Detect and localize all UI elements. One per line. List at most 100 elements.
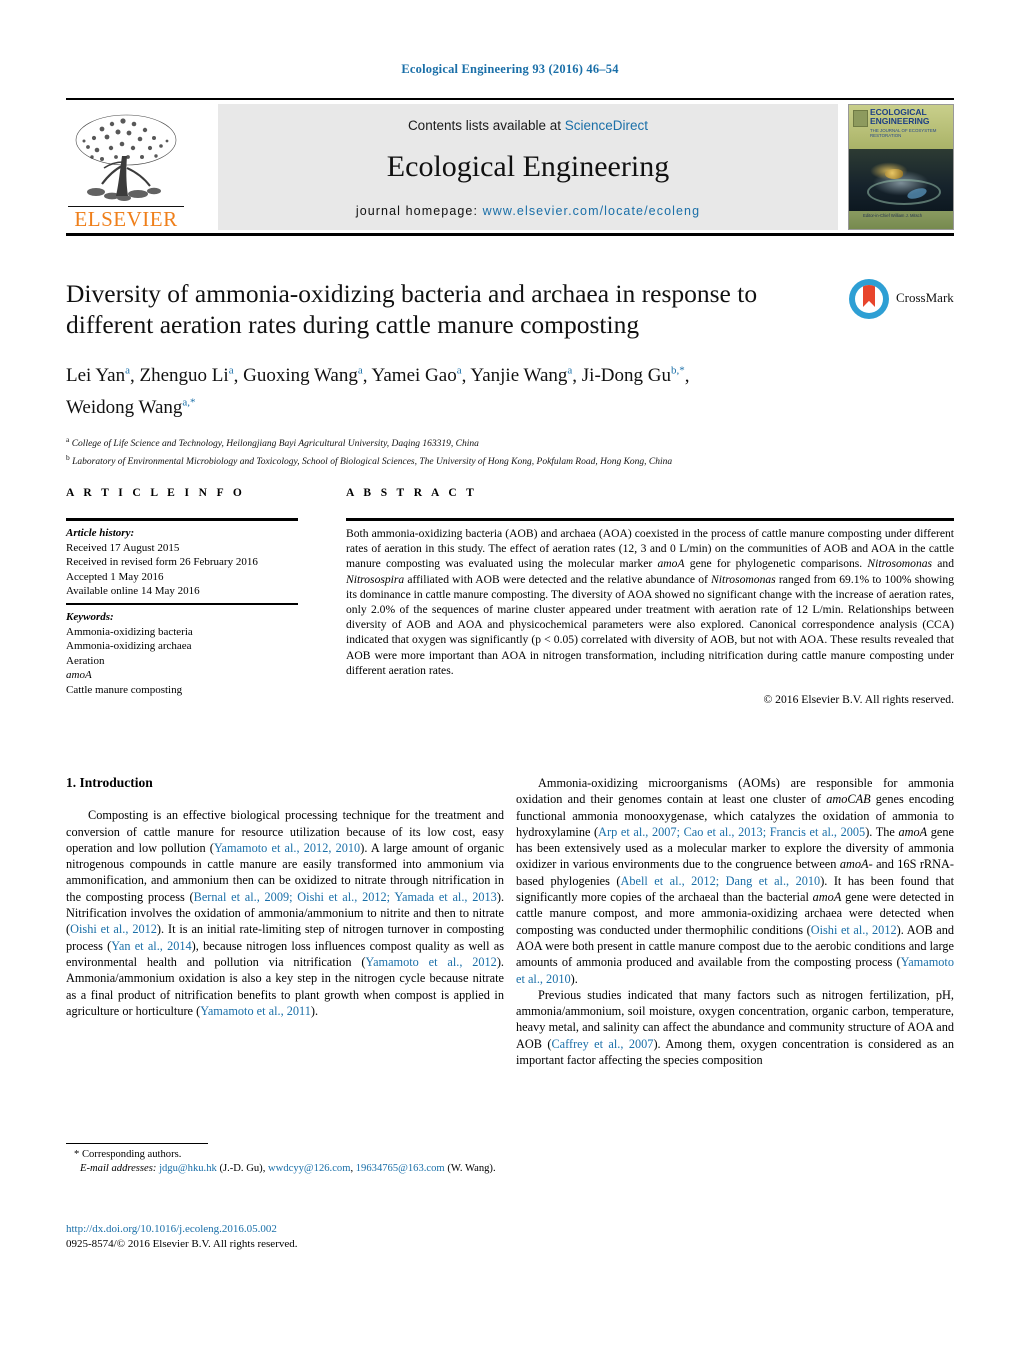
crossmark-label: CrossMark: [896, 290, 954, 305]
affiliation-mark: b: [66, 453, 70, 463]
doi-block: http://dx.doi.org/10.1016/j.ecoleng.2016…: [66, 1222, 504, 1252]
journal-cover-thumbnail: ECOLOGICAL ENGINEERING THE JOURNAL OF EC…: [848, 104, 954, 230]
running-head: Ecological Engineering 93 (2016) 46–54: [401, 62, 619, 76]
affiliation-text: Laboratory of Environmental Microbiology…: [72, 457, 673, 468]
article-info-rule: [66, 518, 298, 521]
cover-header: ECOLOGICAL ENGINEERING THE JOURNAL OF EC…: [849, 105, 953, 149]
issn-copyright-line: 0925-8574/© 2016 Elsevier B.V. All right…: [66, 1238, 298, 1250]
author-item: Weidong Wanga,*: [66, 396, 196, 418]
footnote-rule: [66, 1143, 208, 1144]
author-item: Yamei Gaoa: [372, 365, 462, 386]
keyword-item: Cattle manure composting: [66, 683, 183, 696]
abstract-section: A B S T R A C T: [346, 487, 954, 499]
masthead-top-rule: [66, 98, 954, 100]
body-paragraph: Ammonia-oxidizing microorganisms (AOMs) …: [516, 776, 955, 986]
author-name: Lei Yan: [66, 365, 126, 387]
email-link-jdgu[interactable]: jdgu@hku.hk: [159, 1163, 217, 1174]
author-name: Weidong Wang: [66, 396, 183, 418]
abstract-heading: A B S T R A C T: [346, 487, 478, 499]
sciencedirect-link[interactable]: ScienceDirect: [565, 118, 648, 133]
journal-homepage-label: journal homepage:: [355, 204, 483, 218]
author-item: Yanjie Wanga: [470, 365, 572, 386]
history-item: Received 17 August 2015: [66, 541, 180, 554]
author-name: Yanjie Wang: [470, 365, 568, 387]
author-name: Ji-Dong Gu: [581, 365, 671, 387]
article-history-list: Article history: Received 17 August 2015…: [66, 526, 298, 599]
email-addresses-note: E-mail addresses: jdgu@hku.hk (J.-D. Gu)…: [80, 1163, 496, 1175]
author-name: Guoxing Wang: [243, 365, 358, 387]
author-affil-mark[interactable]: a: [457, 365, 462, 377]
article-info-section: A R T I C L E I N F O: [66, 487, 298, 499]
email-addresses-label: E-mail addresses:: [80, 1163, 157, 1175]
author-item: Guoxing Wanga: [243, 365, 363, 386]
author-affil-mark[interactable]: a: [567, 365, 572, 377]
keyword-item: Ammonia-oxidizing archaea: [66, 640, 192, 653]
history-item: Available online 14 May 2016: [66, 585, 200, 598]
cover-journal-title: ECOLOGICAL ENGINEERING: [870, 107, 930, 126]
article-info-heading: A R T I C L E I N F O: [66, 487, 246, 499]
affiliation-mark: a: [66, 434, 70, 444]
keywords-block: Keywords: Ammonia-oxidizing bacteria Amm…: [66, 610, 298, 698]
keywords-rule: [66, 603, 298, 605]
cover-footer: Editor-in-Chief William J. Mitsch: [849, 211, 953, 229]
elsevier-wordmark: ELSEVIER: [74, 207, 178, 231]
keyword-item: Ammonia-oxidizing bacteria: [66, 625, 193, 638]
email-owner-jdgu: (J.-D. Gu),: [219, 1163, 266, 1175]
body-paragraph: Previous studies indicated that many fac…: [516, 987, 954, 1068]
author-item: Lei Yana: [66, 365, 130, 386]
cover-ripple-shape: [867, 179, 941, 205]
journal-masthead: ELSEVIER Contents lists available at Sci…: [66, 98, 954, 234]
article-history-label: Article history:: [66, 527, 135, 539]
keyword-item: amoA: [66, 669, 92, 682]
journal-homepage-link[interactable]: www.elsevier.com/locate/ecoleng: [483, 204, 701, 218]
journal-homepage-line: journal homepage: www.elsevier.com/locat…: [218, 204, 838, 218]
author-item: Zhenguo Lia: [140, 365, 234, 386]
footnote-block: * Corresponding authors. E-mail addresse…: [66, 1148, 504, 1177]
abstract-copyright: © 2016 Elsevier B.V. All rights reserved…: [763, 693, 954, 707]
section-heading-introduction: 1. Introduction: [66, 775, 153, 790]
body-paragraph: Composting is an effective biological pr…: [66, 808, 505, 1018]
abstract-text: Both ammonia-oxidizing bacteria (AOB) an…: [346, 527, 955, 677]
crossmark-badge[interactable]: CrossMark: [849, 277, 957, 327]
body-column-right: Ammonia-oxidizing microorganisms (AOMs) …: [516, 775, 954, 1068]
contents-available-label: Contents lists available at: [407, 118, 565, 133]
author-affil-mark[interactable]: a: [125, 365, 130, 377]
crossmark-bookmark-shape: [863, 285, 875, 307]
author-name: Yamei Gao: [371, 365, 457, 387]
affiliation-item: b Laboratory of Environmental Microbiolo…: [66, 451, 826, 470]
masthead-center-panel: Contents lists available at ScienceDirec…: [218, 104, 838, 230]
abstract-body-wrap: Both ammonia-oxidizing bacteria (AOB) an…: [346, 526, 954, 707]
abstract-rule: [346, 518, 954, 521]
history-item: Received in revised form 26 February 201…: [66, 556, 258, 569]
cover-journal-subtitle: THE JOURNAL OF ECOSYSTEM RESTORATION: [870, 128, 937, 139]
elsevier-logo: ELSEVIER: [66, 104, 186, 230]
email-owner-wwang: (W. Wang).: [447, 1163, 496, 1175]
crossmark-icon: [849, 279, 889, 319]
journal-title: Ecological Engineering: [386, 150, 670, 183]
history-item: Accepted 1 May 2016: [66, 570, 164, 583]
affiliation-text: College of Life Science and Technology, …: [71, 438, 479, 449]
author-affil-mark[interactable]: a: [229, 365, 234, 377]
author-affil-mark[interactable]: b,*: [671, 365, 685, 377]
email-link-wwdcyy[interactable]: wwdcyy@126.com: [268, 1163, 350, 1174]
affiliation-item: a College of Life Science and Technology…: [66, 433, 826, 452]
crossmark-inner-circle: [855, 285, 883, 313]
keywords-list: Keywords: Ammonia-oxidizing bacteria Amm…: [66, 610, 298, 698]
author-affil-mark[interactable]: a: [358, 365, 363, 377]
author-name: Zhenguo Li: [139, 365, 229, 387]
body-column-left: 1. Introduction Composting is an effecti…: [66, 775, 504, 1019]
masthead-bottom-rule: [66, 233, 954, 236]
corresponding-author-note: * Corresponding authors.: [74, 1149, 182, 1160]
keywords-label: Keywords:: [66, 611, 114, 623]
author-affil-mark[interactable]: a,*: [182, 396, 195, 408]
email-link-19634765[interactable]: 19634765@163.com: [356, 1163, 445, 1174]
abstract-body: Both ammonia-oxidizing bacteria (AOB) an…: [346, 526, 954, 707]
journal-article-page: Ecological Engineering 93 (2016) 46–54 E…: [0, 0, 1020, 1351]
cover-insect-shape: [885, 169, 903, 179]
keyword-item: Aeration: [66, 654, 105, 667]
title-block: Diversity of ammonia-oxidizing bacteria …: [66, 278, 826, 470]
author-item: Ji-Dong Gub,*: [582, 365, 685, 386]
page-title: Diversity of ammonia-oxidizing bacteria …: [66, 279, 758, 339]
author-list: Lei Yana, Zhenguo Lia, Guoxing Wanga, Ya…: [66, 365, 690, 418]
doi-link[interactable]: http://dx.doi.org/10.1016/j.ecoleng.2016…: [66, 1222, 504, 1237]
